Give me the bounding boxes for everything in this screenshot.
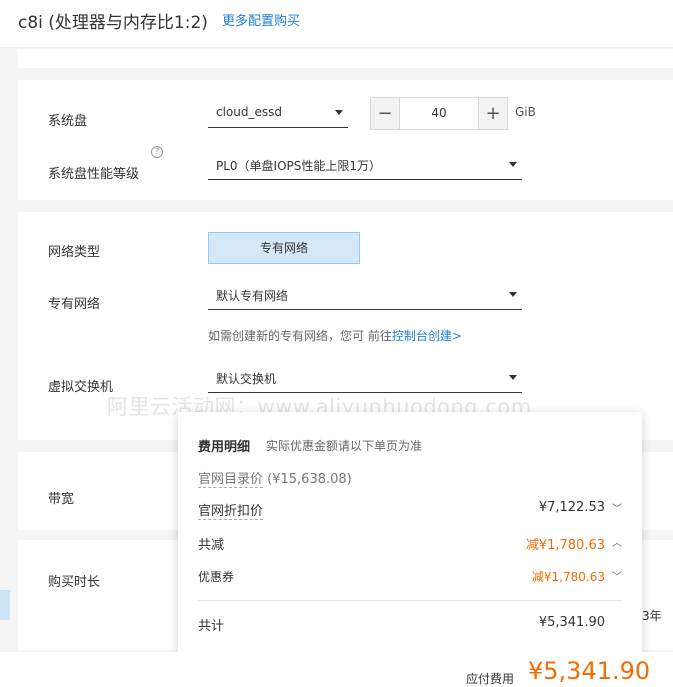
- coupon-value: 减¥1,780.63: [531, 570, 605, 584]
- vswitch-label: 虚拟交换机: [48, 380, 114, 395]
- total-reduction-label: 共减: [198, 538, 225, 553]
- system-disk-label: 系统盘: [48, 114, 88, 129]
- duration-label: 购买时长: [48, 575, 101, 590]
- footer-bar: 应付费用 ¥5,341.90: [0, 652, 673, 687]
- vpc-hint-text: 如需创建新的专有网络，您可 前往: [208, 329, 392, 343]
- chevron-down-icon: [335, 110, 343, 115]
- increment-button[interactable]: +: [478, 98, 507, 129]
- vpc-value: 默认专有网络: [216, 289, 289, 303]
- divider: [198, 600, 623, 601]
- total-label: 共计: [198, 619, 225, 634]
- payable-label: 应付费用: [466, 672, 515, 686]
- help-icon[interactable]: ?: [151, 146, 163, 158]
- vswitch-select[interactable]: 默认交换机: [208, 363, 522, 393]
- catalog-price-label: 官网目录价: [198, 472, 264, 488]
- vswitch-value: 默认交换机: [216, 372, 277, 386]
- total-value: ¥5,341.90: [538, 615, 605, 630]
- disk-perf-value: PL0（单盘IOPS性能上限1万）: [216, 159, 382, 173]
- header-bar: c8i (处理器与内存比1:2) 更多配置购买: [0, 0, 673, 48]
- chevron-up-icon[interactable]: ︿: [611, 534, 623, 549]
- total-row: 共计 ¥5,341.90: [198, 615, 623, 635]
- total-reduction-value: 减¥1,780.63: [525, 538, 605, 553]
- vpc-network-button[interactable]: 专有网络: [208, 232, 360, 264]
- network-type-label: 网络类型: [48, 245, 101, 260]
- more-config-link[interactable]: 更多配置购买: [222, 10, 300, 29]
- duration-option-3-year[interactable]: 3年: [642, 607, 662, 624]
- vpc-select[interactable]: 默认专有网络: [208, 280, 522, 310]
- system-disk-panel: 系统盘 cloud_essd − 40 + GiB 系统盘性能等级 ? PL0（…: [18, 80, 673, 200]
- discount-price-row[interactable]: 官网折扣价 ¥7,122.53 ﹀: [198, 500, 623, 520]
- instance-title: c8i (处理器与内存比1:2): [18, 13, 208, 33]
- discount-price-value: ¥7,122.53: [538, 500, 605, 515]
- decrement-button[interactable]: −: [371, 98, 400, 129]
- cost-detail-subtitle: 实际优惠金额请以下单页为准: [266, 439, 423, 453]
- left-highlight-strip: [0, 590, 10, 620]
- disk-perf-select[interactable]: PL0（单盘IOPS性能上限1万）: [208, 150, 522, 180]
- disk-size-unit: GiB: [515, 105, 536, 119]
- disk-perf-label: 系统盘性能等级: [48, 167, 140, 182]
- disk-size-stepper[interactable]: − 40 +: [370, 97, 508, 130]
- catalog-price-value: (¥15,638.08): [267, 472, 352, 487]
- total-reduction-row[interactable]: 共减 减¥1,780.63 ︿: [198, 534, 623, 554]
- chevron-down-icon: [509, 375, 517, 380]
- cost-detail-popup: 费用明细 实际优惠金额请以下单页为准 官网目录价 (¥15,638.08) 官网…: [178, 412, 642, 652]
- chevron-down-icon[interactable]: ﹀: [611, 568, 623, 583]
- spacer-panel: [18, 49, 673, 68]
- coupon-label: 优惠券: [198, 570, 235, 584]
- chevron-down-icon: [509, 292, 517, 297]
- chevron-down-icon[interactable]: ﹀: [611, 500, 623, 515]
- chevron-down-icon: [509, 162, 517, 167]
- disk-type-select[interactable]: cloud_essd: [208, 98, 348, 128]
- bandwidth-label: 带宽: [48, 492, 75, 507]
- console-create-link[interactable]: 控制台创建>: [392, 329, 462, 343]
- vpc-hint: 如需创建新的专有网络，您可 前往控制台创建>: [208, 327, 462, 344]
- catalog-price: 官网目录价 (¥15,638.08): [198, 468, 352, 488]
- disk-size-value[interactable]: 40: [401, 106, 477, 120]
- vpc-label: 专有网络: [48, 297, 101, 312]
- cost-detail-title: 费用明细: [198, 440, 251, 455]
- discount-price-label: 官网折扣价: [198, 500, 264, 520]
- payable-amount[interactable]: ¥5,341.90: [528, 657, 650, 685]
- disk-type-value: cloud_essd: [216, 105, 282, 119]
- coupon-row[interactable]: 优惠券 减¥1,780.63 ﹀: [198, 568, 623, 588]
